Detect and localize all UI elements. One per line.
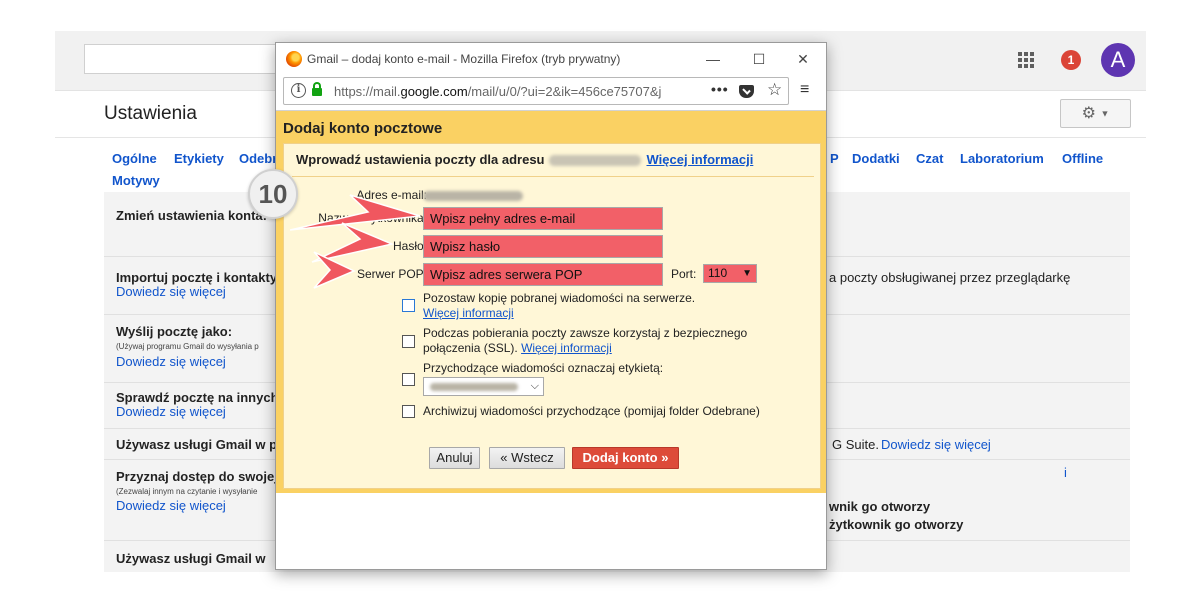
add-account-dialog: Dodaj konto pocztowe Wprowadź ustawienia… bbox=[276, 111, 826, 493]
maximize-button[interactable]: ☐ bbox=[747, 47, 771, 71]
row-label-send-as: Wyślij pocztę jako: bbox=[116, 324, 233, 339]
tab-etykiety[interactable]: Etykiety bbox=[174, 151, 224, 166]
leave-copy-checkbox[interactable] bbox=[402, 299, 415, 312]
tab-motywy[interactable]: Motywy bbox=[112, 173, 160, 188]
username-field[interactable]: Wpisz pełny adres e-mail bbox=[423, 207, 663, 230]
heading-divider bbox=[292, 176, 814, 177]
learn-more-link[interactable]: Dowiedz się więcej bbox=[116, 498, 226, 513]
label-select[interactable]: ⌵ bbox=[423, 377, 544, 396]
row-label-gsuite: Używasz usługi Gmail w p bbox=[116, 437, 278, 452]
lock-icon bbox=[312, 82, 322, 96]
partial-link[interactable]: i bbox=[1064, 465, 1067, 480]
dialog-body: Wprowadź ustawienia poczty dla adresu Wię… bbox=[283, 143, 821, 489]
row-hint-send-as: (Używaj programu Gmail do wysyłania p bbox=[116, 342, 259, 351]
username-label: Nazwa użytkownika: bbox=[318, 211, 427, 225]
pop-server-field[interactable]: Wpisz adres serwera POP bbox=[423, 263, 663, 286]
more-info-link[interactable]: Więcej informacji bbox=[423, 306, 514, 320]
firefox-icon bbox=[286, 51, 302, 67]
row-label-gsuite-2: Używasz usługi Gmail w bbox=[116, 551, 266, 566]
apps-grid-icon[interactable] bbox=[1018, 52, 1034, 68]
port-label: Port: bbox=[671, 267, 697, 281]
more-actions-icon[interactable]: ••• bbox=[711, 81, 729, 97]
learn-more-link[interactable]: Dowiedz się więcej bbox=[116, 284, 226, 299]
row-text-delegate-1: wnik go otworzy bbox=[829, 499, 931, 514]
email-label: Adres e-mail: bbox=[356, 188, 427, 202]
tab-czat[interactable]: Czat bbox=[916, 151, 943, 166]
ssl-option: Podczas pobierania poczty zawsze korzyst… bbox=[423, 326, 748, 355]
learn-more-link[interactable]: Dowiedz się więcej bbox=[116, 354, 226, 369]
row-text-gsuite: G Suite. bbox=[832, 437, 879, 452]
row-label-delegate: Przyznaj dostęp do swojej bbox=[116, 469, 278, 484]
row-text-delegate-2: żytkownik go otworzy bbox=[829, 517, 964, 532]
row-label-account: Zmień ustawienia konta: bbox=[116, 208, 267, 223]
url-bar[interactable]: i https://mail.google.com/mail/u/0/?ui=2… bbox=[283, 77, 789, 105]
url-text[interactable]: https://mail.google.com/mail/u/0/?ui=2&i… bbox=[334, 84, 702, 99]
close-button[interactable]: ✕ bbox=[791, 47, 815, 71]
blurred-label-value bbox=[430, 383, 518, 391]
archive-checkbox[interactable] bbox=[402, 405, 415, 418]
label-option: Przychodzące wiadomości oznaczaj etykiet… bbox=[423, 361, 664, 375]
learn-more-link[interactable]: Dowiedz się więcej bbox=[116, 404, 226, 419]
pocket-icon[interactable] bbox=[739, 85, 754, 98]
more-info-link[interactable]: Więcej informacji bbox=[647, 152, 754, 167]
bookmark-star-icon[interactable]: ☆ bbox=[767, 80, 782, 100]
pop-server-label: Serwer POP: bbox=[356, 267, 427, 281]
add-account-button[interactable]: Dodaj konto » bbox=[572, 447, 679, 469]
minimize-button[interactable]: — bbox=[701, 47, 725, 71]
ssl-checkbox[interactable] bbox=[402, 335, 415, 348]
row-hint-delegate: (Zezwalaj innym na czytanie i wysyłanie bbox=[116, 487, 258, 496]
tab-odebrane[interactable]: Odebr bbox=[239, 151, 277, 166]
tab-laboratorium[interactable]: Laboratorium bbox=[960, 151, 1044, 166]
password-field[interactable]: Wpisz hasło bbox=[423, 235, 663, 258]
row-label-check-mail: Sprawdź pocztę na innych bbox=[116, 390, 279, 405]
more-info-link[interactable]: Więcej informacji bbox=[521, 341, 612, 355]
window-titlebar[interactable]: Gmail – dodaj konto e-mail - Mozilla Fir… bbox=[276, 43, 826, 75]
password-label: Hasło: bbox=[392, 239, 427, 253]
blurred-email bbox=[548, 155, 641, 167]
label-checkbox[interactable] bbox=[402, 373, 415, 386]
gear-icon: ⚙ bbox=[1081, 105, 1096, 122]
screenshot-stage: 1 A Ustawienia ⚙ ▼ Ogólne Etykiety Odebr… bbox=[0, 0, 1200, 600]
back-button[interactable]: « Wstecz bbox=[489, 447, 565, 469]
tab-ogolne[interactable]: Ogólne bbox=[112, 151, 157, 166]
leave-copy-option: Pozostaw kopię pobranej wiadomości na se… bbox=[423, 291, 696, 320]
avatar[interactable]: A bbox=[1101, 43, 1135, 77]
row-label-import: Importuj pocztę i kontakty bbox=[116, 270, 278, 285]
tab-dodatki[interactable]: Dodatki bbox=[852, 151, 900, 166]
hamburger-menu-icon[interactable]: ≡ bbox=[800, 81, 809, 99]
tab-offline[interactable]: Offline bbox=[1062, 151, 1103, 166]
learn-more-link[interactable]: Dowiedz się więcej bbox=[881, 437, 991, 452]
dialog-title: Dodaj konto pocztowe bbox=[283, 120, 443, 137]
port-select[interactable]: 110 ▼ bbox=[703, 264, 757, 283]
info-icon[interactable]: i bbox=[291, 83, 306, 98]
chevron-down-icon: ▼ bbox=[742, 268, 752, 279]
chevron-down-icon: ⌵ bbox=[530, 380, 539, 392]
step-number-badge: 10 bbox=[248, 169, 298, 219]
chevron-down-icon: ▼ bbox=[1100, 108, 1110, 119]
archive-option: Archiwizuj wiadomości przychodzące (pomi… bbox=[423, 404, 760, 418]
cancel-button[interactable]: Anuluj bbox=[429, 447, 480, 469]
blurred-email-value bbox=[423, 191, 523, 201]
page-title: Ustawienia bbox=[104, 103, 197, 124]
notifications-badge[interactable]: 1 bbox=[1061, 50, 1081, 70]
row-text-import: a poczty obsługiwanej przez przeglądarkę bbox=[829, 270, 1071, 285]
settings-gear-button[interactable]: ⚙ ▼ bbox=[1060, 99, 1131, 128]
tab-pop[interactable]: P bbox=[830, 151, 839, 166]
firefox-popup-window: Gmail – dodaj konto e-mail - Mozilla Fir… bbox=[275, 42, 827, 570]
dialog-heading: Wprowadź ustawienia poczty dla adresu Wię… bbox=[296, 152, 754, 167]
window-title: Gmail – dodaj konto e-mail - Mozilla Fir… bbox=[307, 52, 621, 66]
